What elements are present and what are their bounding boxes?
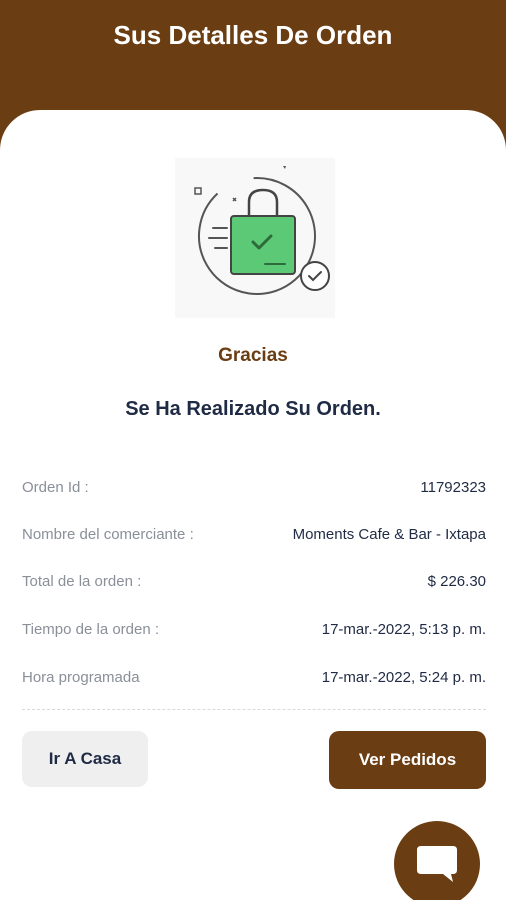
go-home-button[interactable]: Ir A Casa (22, 731, 148, 787)
detail-label: Orden Id : (22, 478, 89, 496)
view-orders-button[interactable]: Ver Pedidos (329, 731, 486, 789)
detail-row-scheduled-time: Hora programada 17-mar.-2022, 5:24 p. m. (22, 666, 486, 688)
shopping-bag-check-icon (175, 158, 335, 318)
detail-label: Tiempo de la orden : (22, 620, 160, 638)
page-title: Sus Detalles De Orden (113, 20, 393, 50)
detail-label: Total de la orden : (22, 572, 142, 590)
chat-bubble-icon (417, 846, 457, 882)
detail-value: $ 226.30 (427, 572, 486, 590)
detail-value: 17-mar.-2022, 5:13 p. m. (321, 620, 486, 638)
detail-value: Moments Cafe & Bar - Ixtapa (292, 525, 486, 543)
detail-row-merchant: Nombre del comerciante : Moments Cafe & … (22, 523, 486, 545)
detail-label: Nombre del comerciante : (22, 525, 194, 543)
thanks-heading: Gracias (218, 345, 288, 366)
chat-button[interactable] (394, 821, 480, 900)
detail-row-total: Total de la orden : $ 226.30 (22, 570, 486, 592)
detail-row-order-time: Tiempo de la orden : 17-mar.-2022, 5:13 … (22, 618, 486, 640)
divider (22, 709, 486, 710)
order-placed-message: Se Ha Realizado Su Orden. (125, 398, 381, 420)
detail-label: Hora programada (22, 668, 140, 686)
detail-value: 17-mar.-2022, 5:24 p. m. (321, 668, 486, 686)
detail-value: 11792323 (420, 478, 486, 496)
detail-row-order-id: Orden Id : 11792323 (22, 476, 486, 498)
